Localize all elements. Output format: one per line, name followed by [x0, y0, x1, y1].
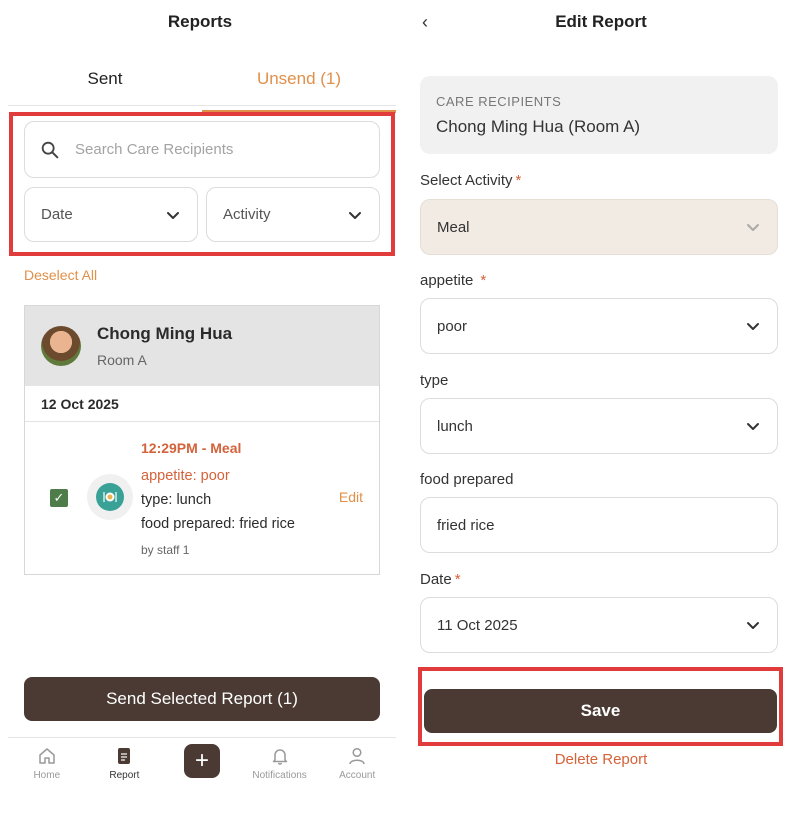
nav-account-label: Account: [339, 770, 376, 781]
food-prepared-value: fried rice: [437, 516, 495, 534]
report-entry: ✓ 12:29PM - Meal appetite: poor type: lu…: [25, 422, 379, 572]
entry-checkbox[interactable]: ✓: [50, 489, 68, 507]
deselect-all-link[interactable]: Deselect All: [24, 267, 97, 283]
appetite-field-label: appetite *: [420, 272, 487, 289]
activity-filter-label: Activity: [223, 206, 271, 223]
type-field-label: type: [420, 372, 449, 389]
nav-account[interactable]: Account: [318, 738, 396, 787]
nav-report[interactable]: Report: [86, 738, 164, 787]
avatar: [41, 326, 81, 366]
entry-appetite: appetite: poor: [141, 468, 230, 484]
appetite-select[interactable]: poor: [420, 298, 778, 354]
nav-notifications[interactable]: Notifications: [241, 738, 319, 787]
nav-report-label: Report: [109, 770, 140, 781]
date-filter-dropdown[interactable]: Date: [24, 187, 198, 242]
recipient-header[interactable]: Chong Ming Hua Room A: [25, 306, 379, 386]
reports-panel: Reports Sent Unsend (1) Date Activity De…: [0, 0, 400, 820]
activity-field-label: Select Activity *: [420, 172, 522, 189]
chevron-down-icon: [747, 622, 759, 629]
entry-time: 12:29PM - Meal: [141, 440, 242, 456]
save-button[interactable]: Save: [424, 689, 777, 733]
bottom-nav: Home Report + Notifications Account: [8, 737, 396, 787]
entry-author: by staff 1: [141, 543, 190, 557]
entry-food: food prepared: fried rice: [141, 516, 295, 532]
activity-filter-dropdown[interactable]: Activity: [206, 187, 380, 242]
report-icon: [118, 748, 131, 764]
food-prepared-input[interactable]: fried rice: [420, 497, 778, 553]
report-card: Chong Ming Hua Room A 12 Oct 2025 ✓ 12:2…: [24, 305, 380, 575]
search-field[interactable]: [24, 121, 380, 178]
chevron-down-icon: [167, 211, 179, 219]
care-recipient-label: CARE RECIPIENTS: [436, 94, 562, 109]
search-input[interactable]: [75, 141, 379, 158]
date-select-value: 11 Oct 2025: [437, 616, 518, 634]
date-select[interactable]: 11 Oct 2025: [420, 597, 778, 653]
chevron-down-icon: [747, 224, 759, 231]
food-field-label: food prepared: [420, 471, 514, 488]
recipient-name: Chong Ming Hua: [97, 324, 233, 343]
nav-home[interactable]: Home: [8, 738, 86, 787]
appetite-select-value: poor: [437, 317, 468, 335]
page-title: Edit Report: [555, 12, 647, 31]
delete-report-link[interactable]: Delete Report: [404, 751, 798, 768]
plus-icon: +: [183, 744, 220, 778]
entry-type: type: lunch: [141, 492, 212, 508]
bell-icon: [272, 749, 287, 765]
chevron-down-icon: [349, 211, 361, 219]
edit-link[interactable]: Edit: [339, 489, 363, 505]
recipient-room: Room A: [97, 352, 147, 368]
home-icon: [39, 748, 55, 764]
edit-report-panel: Edit Report ‹ CARE RECIPIENTS Chong Ming…: [404, 0, 798, 820]
chevron-down-icon: [747, 423, 759, 430]
report-date: 12 Oct 2025: [25, 386, 379, 422]
search-icon: [41, 141, 59, 158]
tab-sent[interactable]: Sent: [8, 62, 202, 105]
send-selected-button[interactable]: Send Selected Report (1): [24, 677, 380, 721]
date-field-label: Date *: [420, 571, 461, 588]
activity-select[interactable]: Meal: [420, 199, 778, 255]
page-title: Reports: [167, 12, 233, 31]
nav-home-label: Home: [33, 770, 61, 781]
nav-add[interactable]: +: [163, 738, 241, 787]
chevron-down-icon: [747, 323, 759, 330]
activity-select-value: Meal: [437, 218, 470, 236]
type-select[interactable]: lunch: [420, 398, 778, 454]
nav-notifications-label: Notifications: [252, 770, 307, 781]
date-filter-label: Date: [41, 206, 73, 223]
user-icon: [349, 747, 365, 765]
back-icon[interactable]: ‹: [422, 12, 428, 33]
type-select-value: lunch: [437, 417, 473, 435]
care-recipient-box: CARE RECIPIENTS Chong Ming Hua (Room A): [420, 76, 778, 154]
tab-unsend[interactable]: Unsend (1): [202, 62, 396, 113]
meal-icon: [87, 474, 133, 520]
tab-bar: Sent Unsend (1): [8, 62, 396, 113]
care-recipient-value: Chong Ming Hua (Room A): [436, 117, 641, 136]
